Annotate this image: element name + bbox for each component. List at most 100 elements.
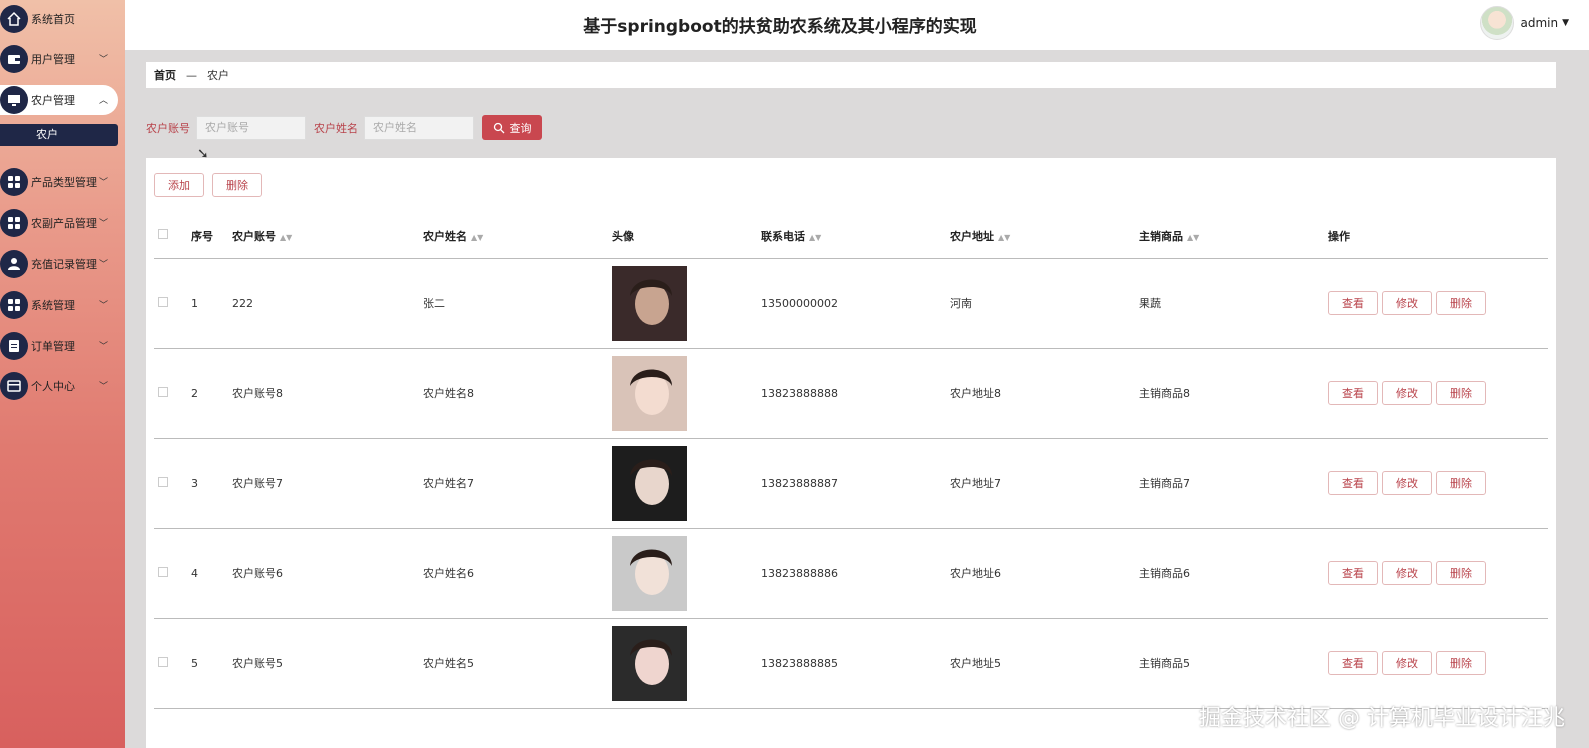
cell-no: 5	[191, 618, 232, 709]
add-button[interactable]: 添加	[154, 173, 204, 197]
sidebar-item-label: 系统首页	[31, 13, 75, 26]
sidebar-item-orders[interactable]: 订单管理 ﹀	[0, 331, 118, 361]
cell-address: 农户地址7	[950, 438, 1139, 529]
sidebar-item-profile[interactable]: 个人中心 ﹀	[0, 371, 118, 401]
col-header-address[interactable]: 农户地址 ▲▼	[950, 214, 1139, 259]
sidebar-item-label: 订单管理	[31, 340, 75, 353]
sidebar-subitem-farmer[interactable]: 农户	[0, 124, 118, 146]
name-input[interactable]	[364, 115, 474, 140]
cell-no: 3	[191, 438, 232, 529]
content-area: 首页 — 农户 农户账号 农户姓名 查询 添加 删除 序号 农户账号▲▼	[125, 50, 1589, 748]
home-icon	[0, 5, 28, 33]
cell-account: 农户账号6	[232, 528, 423, 619]
avatar-photo	[612, 265, 687, 341]
cell-no: 4	[191, 528, 232, 619]
edit-button[interactable]: 修改	[1382, 471, 1432, 495]
chevron-down-icon: ﹀	[98, 342, 108, 352]
sort-icon[interactable]: ▲▼	[809, 233, 821, 242]
sidebar-item-label: 充值记录管理	[31, 258, 97, 271]
sidebar-item-farmers[interactable]: 农户管理 ︿	[0, 85, 118, 115]
delete-button[interactable]: 删除	[212, 173, 262, 197]
cell-name: 农户姓名6	[423, 528, 612, 619]
breadcrumb-home[interactable]: 首页	[154, 67, 176, 83]
view-button[interactable]: 查看	[1328, 381, 1378, 405]
col-header-name[interactable]: 农户姓名 ▲▼	[423, 214, 612, 259]
caret-down-icon[interactable]: ▼	[1562, 18, 1569, 28]
chevron-down-icon: ﹀	[98, 219, 108, 229]
page-title: 基于springboot的扶贫助农系统及其小程序的实现	[583, 17, 977, 37]
row-delete-button[interactable]: 删除	[1436, 291, 1486, 315]
sidebar-item-system[interactable]: 系统管理 ﹀	[0, 290, 118, 320]
avatar-photo	[612, 445, 687, 521]
sidebar-item-products[interactable]: 农副产品管理 ﹀	[0, 208, 118, 238]
monitor-icon	[0, 86, 28, 114]
row-checkbox[interactable]	[158, 386, 168, 397]
table-row: 3 农户账号7 农户姓名7 13823888887 农户地址7 主销商品7 查看…	[154, 438, 1548, 529]
col-header-phone[interactable]: 联系电话 ▲▼	[761, 214, 950, 259]
cell-account: 农户账号7	[232, 438, 423, 529]
edit-button[interactable]: 修改	[1382, 561, 1432, 585]
col-header-no: 序号	[191, 214, 232, 259]
col-header-ops: 操作	[1328, 214, 1548, 259]
wallet-icon	[0, 45, 28, 73]
cell-product: 主销商品7	[1139, 438, 1328, 529]
chevron-down-icon: ﹀	[98, 55, 108, 65]
row-checkbox[interactable]	[158, 656, 168, 667]
edit-button[interactable]: 修改	[1382, 651, 1432, 675]
view-button[interactable]: 查看	[1328, 561, 1378, 585]
sidebar-item-users[interactable]: 用户管理 ﹀	[0, 44, 118, 74]
sidebar-item-label: 农副产品管理	[31, 217, 97, 230]
cell-no: 2	[191, 348, 232, 439]
sidebar-item-label: 产品类型管理	[31, 176, 97, 189]
sidebar: 系统首页 用户管理 ﹀ 农户管理 ︿ 农户 产品类型管理 ﹀ 农副产品管理 ﹀ …	[0, 0, 125, 748]
select-all-checkbox[interactable]	[158, 229, 168, 240]
query-label: 查询	[509, 122, 532, 135]
cell-product: 主销商品8	[1139, 348, 1328, 439]
chevron-down-icon: ﹀	[98, 178, 108, 188]
user-name[interactable]: admin	[1520, 16, 1558, 30]
sidebar-item-label: 个人中心	[31, 380, 75, 393]
sidebar-item-recharge[interactable]: 充值记录管理 ﹀	[0, 249, 118, 279]
cell-account: 222	[232, 258, 423, 349]
sidebar-item-product-types[interactable]: 产品类型管理 ﹀	[0, 167, 118, 197]
row-checkbox[interactable]	[158, 476, 168, 487]
col-header-account[interactable]: 农户账号 ▲▼	[232, 214, 423, 259]
cell-address: 农户地址8	[950, 348, 1139, 439]
edit-button[interactable]: 修改	[1382, 291, 1432, 315]
avatar[interactable]	[1480, 6, 1515, 40]
chevron-down-icon: ﹀	[98, 260, 108, 270]
row-delete-button[interactable]: 删除	[1436, 471, 1486, 495]
row-checkbox[interactable]	[158, 296, 168, 307]
sort-icon[interactable]: ▲▼	[1187, 233, 1199, 242]
sort-icon[interactable]: ▲▼	[998, 233, 1010, 242]
avatar-photo	[612, 355, 687, 431]
table-row: 4 农户账号6 农户姓名6 13823888886 农户地址6 主销商品6 查看…	[154, 528, 1548, 619]
col-header-product[interactable]: 主销商品 ▲▼	[1139, 214, 1328, 259]
breadcrumb: 首页 — 农户	[146, 62, 1556, 88]
row-delete-button[interactable]: 删除	[1436, 381, 1486, 405]
view-button[interactable]: 查看	[1328, 471, 1378, 495]
query-button[interactable]: 查询	[482, 115, 542, 140]
chevron-up-icon: ︿	[98, 96, 108, 106]
view-button[interactable]: 查看	[1328, 291, 1378, 315]
cell-no: 1	[191, 258, 232, 349]
edit-button[interactable]: 修改	[1382, 381, 1432, 405]
farmer-table: 序号 农户账号 ▲▼ 农户姓名 ▲▼ 头像 联系电话 ▲▼ 农户地址 ▲▼ 主销商品 ▲▼…	[154, 214, 1548, 709]
sort-icon[interactable]: ▲▼	[280, 233, 292, 242]
row-delete-button[interactable]: 删除	[1436, 561, 1486, 585]
avatar-photo	[612, 625, 687, 701]
row-delete-button[interactable]: 删除	[1436, 651, 1486, 675]
cell-name: 农户姓名5	[423, 618, 612, 709]
header: 基于springboot的扶贫助农系统及其小程序的实现 admin ▼	[125, 0, 1589, 50]
view-button[interactable]: 查看	[1328, 651, 1378, 675]
sort-icon[interactable]: ▲▼	[471, 233, 483, 242]
cell-phone: 13823888886	[761, 528, 950, 619]
sidebar-item-home[interactable]: 系统首页	[0, 4, 118, 34]
user-menu[interactable]: admin ▼	[1480, 6, 1569, 40]
sidebar-item-label: 系统管理	[31, 299, 75, 312]
cell-phone: 13823888887	[761, 438, 950, 529]
row-checkbox[interactable]	[158, 566, 168, 577]
grid-icon	[0, 209, 28, 237]
account-input[interactable]	[196, 115, 306, 140]
cell-phone: 13823888888	[761, 348, 950, 439]
